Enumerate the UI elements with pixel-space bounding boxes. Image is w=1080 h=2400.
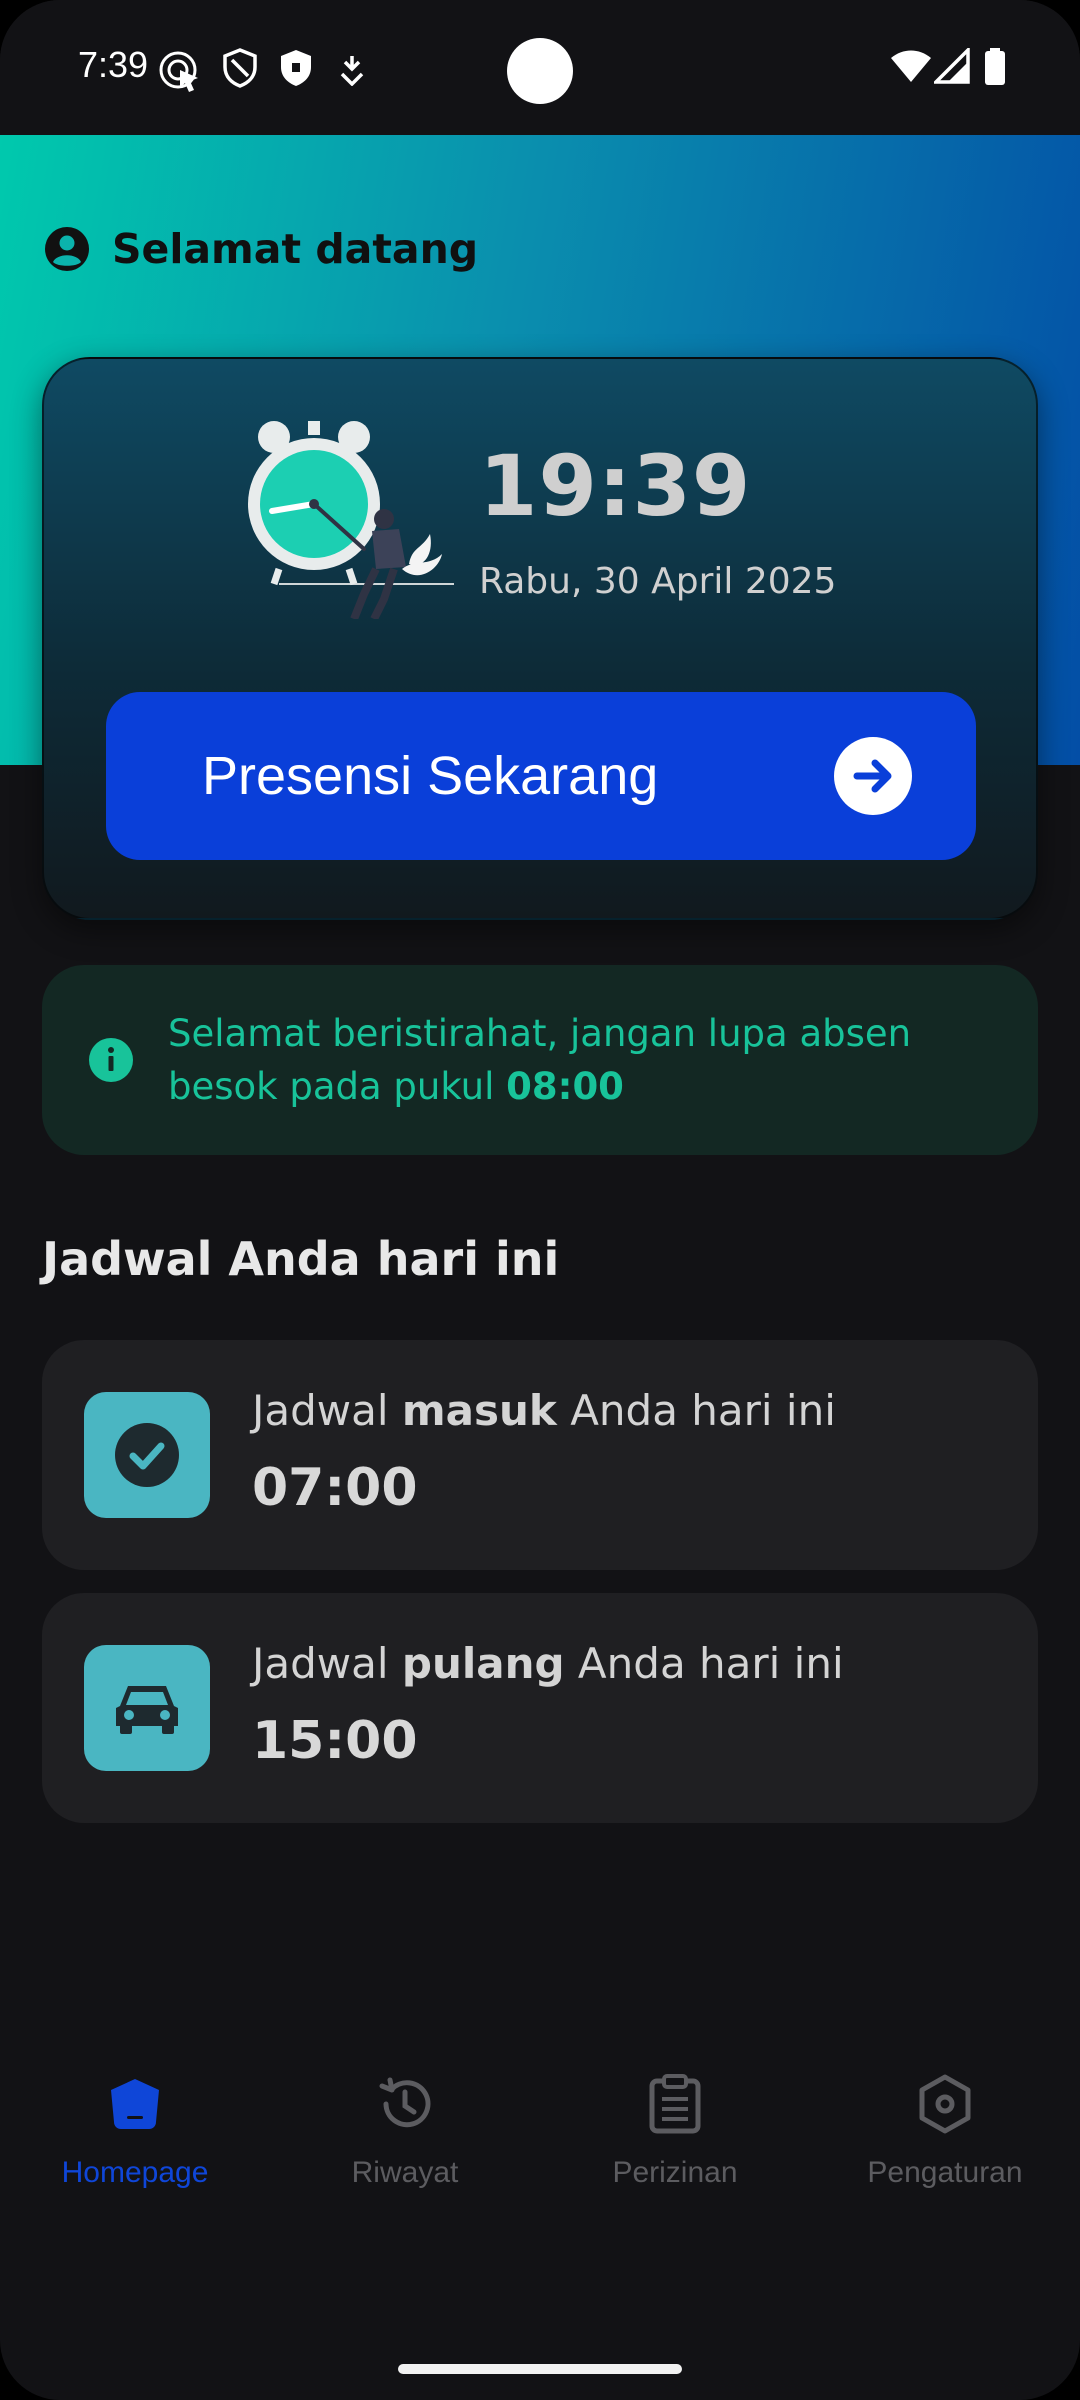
current-time: 19:39 — [479, 437, 752, 535]
schedule-time-pulang: 15:00 — [252, 1711, 418, 1771]
presensi-button-label: Presensi Sekarang — [202, 746, 659, 806]
schedule-label-prefix: Jadwal — [252, 1639, 402, 1688]
current-date: Rabu, 30 April 2025 — [479, 561, 837, 602]
schedule-time-masuk: 07:00 — [252, 1458, 418, 1518]
touch-indicator-icon — [159, 51, 198, 92]
welcome-text: Selamat datang — [112, 225, 479, 273]
schedule-label-prefix: Jadwal — [252, 1386, 402, 1435]
info-message-time: 08:00 — [506, 1065, 624, 1108]
schedule-label-keyword: masuk — [401, 1386, 557, 1435]
nav-label-riwayat: Riwayat — [351, 2156, 459, 2189]
schedule-label-suffix: Anda hari ini — [556, 1386, 836, 1435]
nav-item-perizinan[interactable]: Perizinan — [540, 2070, 810, 2270]
check-circle-icon — [84, 1392, 210, 1518]
nav-item-homepage[interactable]: Homepage — [0, 2070, 270, 2270]
schedule-label-suffix: Anda hari ini — [564, 1639, 844, 1688]
alarm-clock-person-illustration — [248, 421, 454, 619]
shield-filled-icon — [281, 50, 311, 86]
download-icon — [340, 56, 364, 86]
settings-hexagon-icon — [917, 2070, 973, 2138]
info-icon — [89, 1038, 133, 1082]
schedule-title: Jadwal Anda hari ini — [42, 1232, 560, 1286]
cell-signal-icon — [934, 48, 970, 84]
nav-item-pengaturan[interactable]: Pengaturan — [810, 2070, 1080, 2270]
shield-outline-icon — [223, 48, 257, 88]
home-pentagon-icon — [107, 2070, 163, 2138]
schedule-label-keyword: pulang — [401, 1639, 565, 1688]
time-card: 19:39 Rabu, 30 April 2025 Presensi Sekar… — [42, 357, 1038, 920]
arrow-right-circle-icon — [834, 737, 912, 815]
bottom-navigation: Homepage Riwayat Perizinan Pengaturan — [0, 2070, 1080, 2270]
info-banner: Selamat beristirahat, jangan lupa absen … — [42, 965, 1038, 1155]
car-icon — [84, 1645, 210, 1771]
welcome-header: Selamat datang — [44, 225, 478, 273]
info-message: Selamat beristirahat, jangan lupa absen … — [168, 1007, 988, 1113]
status-bar: 7:39 — [0, 0, 1080, 135]
nav-label-homepage: Homepage — [61, 2156, 209, 2189]
wifi-icon — [891, 50, 931, 82]
history-icon — [377, 2070, 433, 2138]
schedule-card-masuk: Jadwal masuk Anda hari ini 07:00 — [42, 1340, 1038, 1570]
clipboard-icon — [647, 2070, 703, 2138]
schedule-card-pulang: Jadwal pulang Anda hari ini 15:00 — [42, 1593, 1038, 1823]
status-time: 7:39 — [78, 44, 149, 85]
schedule-label-pulang: Jadwal pulang Anda hari ini — [252, 1639, 844, 1688]
nav-label-pengaturan: Pengaturan — [867, 2156, 1023, 2189]
schedule-label-masuk: Jadwal masuk Anda hari ini — [252, 1386, 836, 1435]
account-circle-icon — [45, 227, 89, 271]
home-indicator[interactable] — [398, 2364, 682, 2374]
camera-cutout — [507, 38, 573, 104]
nav-item-riwayat[interactable]: Riwayat — [270, 2070, 540, 2270]
app-screen: 7:39 Selamat datang 19:39 Rabu, 30 April… — [0, 0, 1080, 2400]
nav-label-perizinan: Perizinan — [612, 2156, 738, 2189]
presensi-now-button[interactable]: Presensi Sekarang — [106, 692, 976, 860]
battery-icon — [985, 48, 1005, 85]
